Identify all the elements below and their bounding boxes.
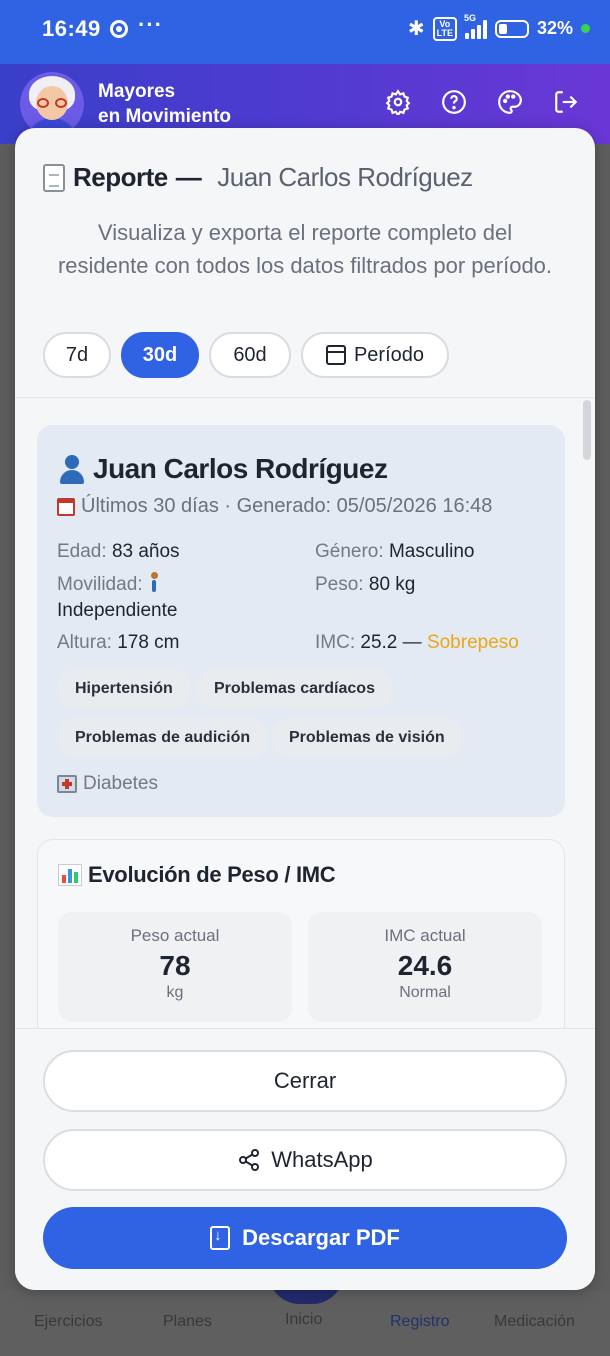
calendar-icon (325, 345, 346, 365)
privacy-dot-icon (581, 24, 590, 33)
condition-chip: Hipertensión (57, 669, 191, 709)
period-60d-button[interactable]: 60d (209, 332, 291, 378)
bmi-status: Sobrepeso (426, 632, 519, 653)
current-bmi-metric: IMC actual 24.6 Normal (308, 912, 542, 1022)
help-icon[interactable] (440, 88, 468, 116)
modal-header: Reporte — Juan Carlos Rodríguez Visualiz… (15, 128, 595, 398)
more-notifications-icon: ··· (138, 12, 163, 37)
report-resident-name: Juan Carlos Rodríguez (217, 162, 473, 192)
logout-icon[interactable] (552, 88, 580, 116)
condition-chip: Problemas de audición (57, 718, 269, 758)
person-icon (57, 454, 87, 484)
volte-icon: Vo LTE (432, 16, 457, 41)
report-subtitle: Visualiza y exporta el reporte completo … (57, 220, 553, 278)
resident-card: Juan Carlos Rodríguez Últimos 30 días · … (37, 425, 565, 817)
height-field: Altura: 178 cm (57, 632, 180, 653)
weight-evolution-card: Evolución de Peso / IMC Peso actual 78 k… (37, 839, 565, 1029)
palette-icon[interactable] (496, 88, 524, 116)
whatsapp-button[interactable]: WhatsApp (43, 1129, 567, 1191)
calendar-icon (57, 497, 75, 516)
report-title-dash: — (175, 162, 202, 192)
hospital-icon (57, 775, 77, 793)
bluetooth-icon: ✱ (407, 18, 425, 40)
share-icon (239, 1149, 260, 1171)
resident-name: Juan Carlos Rodríguez (57, 453, 388, 485)
close-button[interactable]: Cerrar (43, 1050, 567, 1112)
document-icon (43, 163, 65, 192)
app-title-line2: en Movimiento (98, 106, 232, 127)
modal-footer: Cerrar WhatsApp Descargar PDF (15, 1028, 595, 1290)
battery-icon (494, 19, 529, 38)
report-modal: Reporte — Juan Carlos Rodríguez Visualiz… (15, 128, 595, 1290)
report-title: Reporte — Juan Carlos Rodríguez (43, 162, 473, 193)
nav-item-medicacion: Medicación (494, 1313, 575, 1330)
signal-icon: 5G (464, 13, 487, 39)
bmi-field: IMC: 25.2 — Sobrepeso (315, 632, 519, 653)
app-title: Mayores en Movimiento (98, 79, 231, 129)
status-bar: 16:49 ··· ✱ Vo LTE 5G 32% (0, 0, 610, 64)
download-file-icon (210, 1226, 231, 1250)
download-pdf-button[interactable]: Descargar PDF (43, 1207, 567, 1269)
condition-chip: Problemas de visión (271, 718, 463, 758)
condition-chip: Problemas cardíacos (196, 669, 393, 709)
nav-item-planes: Planes (163, 1313, 212, 1330)
period-selector: 7d 30d 60d Período (43, 332, 449, 378)
walking-icon (148, 572, 160, 592)
age-field: Edad: 83 años (57, 541, 180, 562)
nav-item-registro: Registro (390, 1313, 450, 1330)
mobility-field: Movilidad: Independiente (57, 572, 178, 621)
chrome-icon (110, 20, 128, 38)
period-custom-button[interactable]: Período (301, 332, 449, 378)
extra-condition: Diabetes (57, 773, 158, 795)
weight-field: Peso: 80 kg (315, 574, 416, 595)
network-type: 5G (463, 12, 476, 23)
nav-item-ejercicios: Ejercicios (34, 1313, 103, 1330)
report-period-info: Últimos 30 días · Generado: 05/05/2026 1… (57, 495, 492, 518)
period-7d-button[interactable]: 7d (43, 332, 111, 378)
settings-icon[interactable] (384, 88, 412, 116)
weight-evolution-title: Evolución de Peso / IMC (58, 862, 336, 888)
avatar[interactable] (20, 72, 84, 136)
app-title-line1: Mayores (98, 81, 176, 102)
bar-chart-icon (58, 864, 82, 886)
report-title-prefix: Reporte (73, 162, 168, 192)
gender-field: Género: Masculino (315, 541, 475, 562)
status-time: 16:49 (42, 16, 101, 41)
nav-item-inicio: Inicio (285, 1311, 323, 1328)
report-content[interactable]: Juan Carlos Rodríguez Últimos 30 días · … (15, 399, 595, 1029)
current-weight-metric: Peso actual 78 kg (58, 912, 292, 1022)
battery-percent: 32% (536, 18, 573, 38)
period-30d-button[interactable]: 30d (121, 332, 199, 378)
